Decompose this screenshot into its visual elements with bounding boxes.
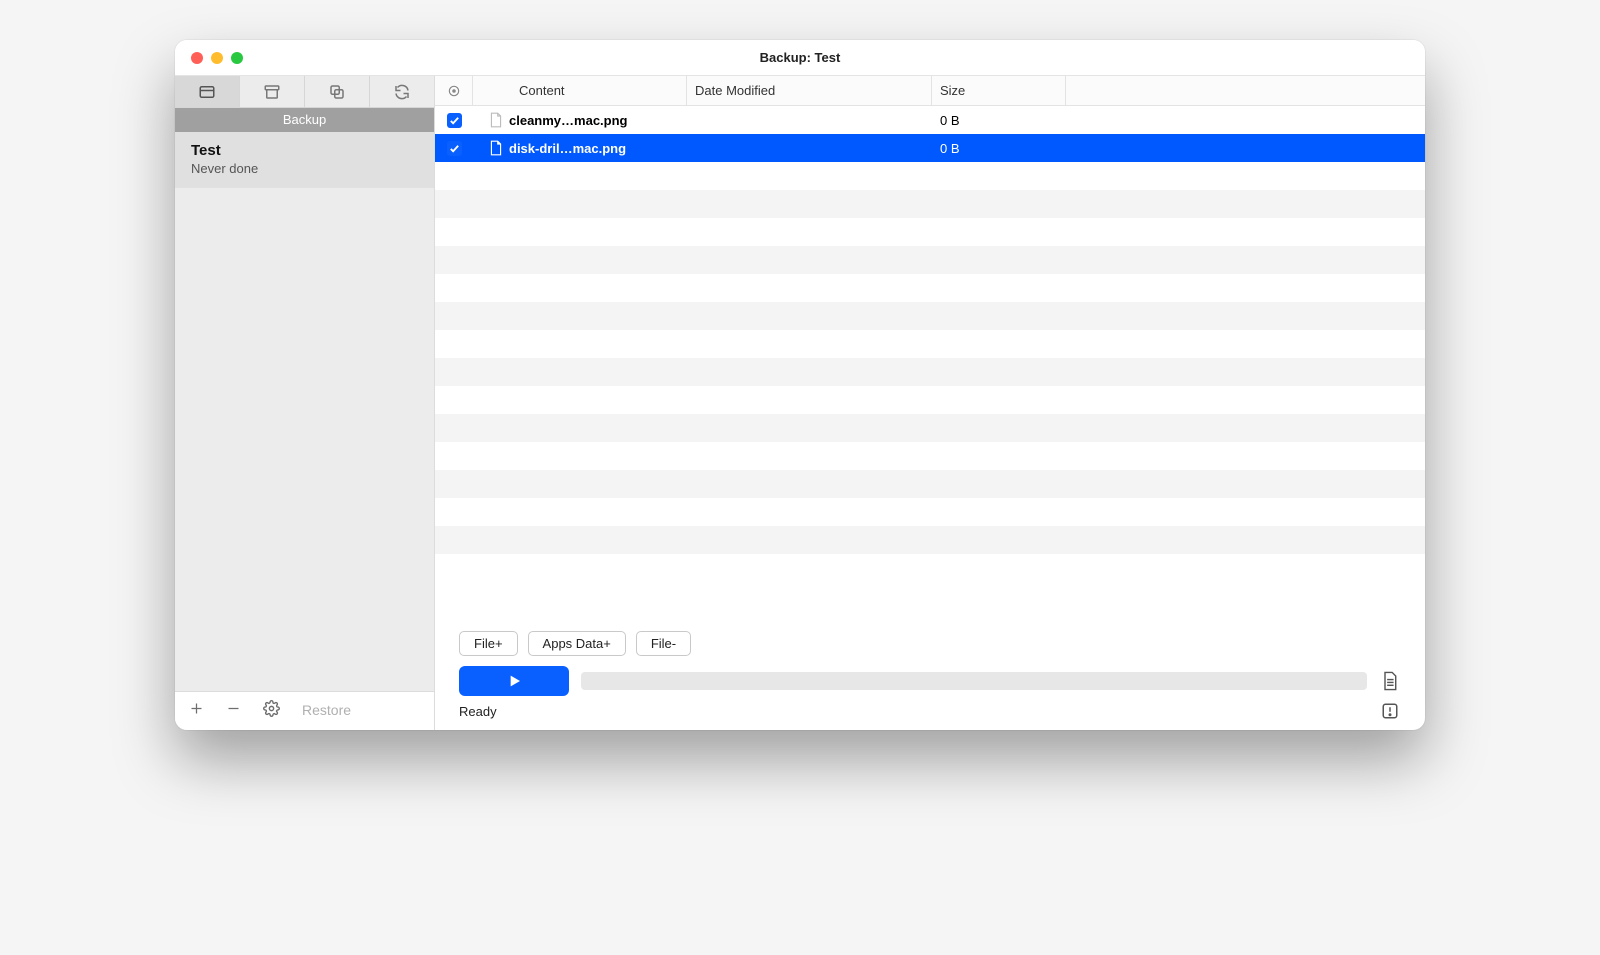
table-row-empty	[435, 498, 1425, 526]
window-title: Backup: Test	[175, 50, 1425, 65]
file-buttons-row: File+ Apps Data+ File-	[435, 621, 1425, 662]
run-button[interactable]	[459, 666, 569, 696]
action-row	[435, 662, 1425, 698]
row-rest-cell	[1066, 134, 1425, 162]
checkbox-checked[interactable]	[447, 141, 462, 156]
file-icon	[489, 112, 503, 128]
traffic-lights	[175, 52, 243, 64]
table-row[interactable]: disk-dril…mac.png 0 B	[435, 134, 1425, 162]
app-window: Backup: Test Backup Test	[175, 40, 1425, 730]
alert-icon	[1381, 702, 1399, 720]
table-row-empty	[435, 526, 1425, 554]
target-icon	[447, 84, 461, 98]
status-label: Ready	[459, 704, 1379, 719]
file-remove-button[interactable]: File-	[636, 631, 691, 656]
table-row-empty	[435, 442, 1425, 470]
checkbox-checked[interactable]	[447, 113, 462, 128]
table-row-empty	[435, 414, 1425, 442]
table-row-empty	[435, 162, 1425, 190]
check-icon	[449, 143, 460, 154]
document-icon	[1381, 671, 1399, 691]
sidebar: Backup Test Never done Restore	[175, 76, 435, 730]
sidebar-tab-clone[interactable]	[305, 76, 370, 107]
column-header-content[interactable]: Content	[473, 76, 687, 105]
sidebar-item-test[interactable]: Test Never done	[175, 132, 434, 188]
row-checkbox-cell[interactable]	[435, 106, 473, 134]
row-date-cell	[687, 106, 932, 134]
column-header-date-modified[interactable]: Date Modified	[687, 76, 932, 105]
table-body: cleanmy…mac.png 0 B disk-dril…mac.png	[435, 106, 1425, 621]
row-rest-cell	[1066, 106, 1425, 134]
sidebar-tab-archive[interactable]	[240, 76, 305, 107]
file-icon	[489, 140, 503, 156]
backup-icon	[198, 83, 216, 101]
table-row-empty	[435, 302, 1425, 330]
progress-bar	[581, 672, 1367, 690]
row-filename: cleanmy…mac.png	[509, 113, 628, 128]
row-date-cell	[687, 134, 932, 162]
sidebar-toolbar	[175, 76, 434, 108]
table-row-empty	[435, 190, 1425, 218]
maximize-icon[interactable]	[231, 52, 243, 64]
table-row-empty	[435, 218, 1425, 246]
column-header-size[interactable]: Size	[932, 76, 1066, 105]
table-row-empty	[435, 470, 1425, 498]
add-button[interactable]	[189, 701, 204, 719]
table-row-empty	[435, 358, 1425, 386]
sidebar-bottom-toolbar: Restore	[175, 691, 434, 730]
check-icon	[449, 115, 460, 126]
table-row-empty	[435, 246, 1425, 274]
close-icon[interactable]	[191, 52, 203, 64]
log-button[interactable]	[1379, 671, 1401, 691]
table-row-empty	[435, 330, 1425, 358]
column-header-rest	[1066, 76, 1425, 105]
gear-icon	[263, 700, 280, 717]
main-panel: Content Date Modified Size cleanmy…mac.p…	[435, 76, 1425, 730]
settings-button[interactable]	[263, 700, 280, 720]
sidebar-list: Test Never done	[175, 132, 434, 691]
status-row: Ready	[435, 698, 1425, 730]
table-row-empty	[435, 554, 1425, 582]
plus-icon	[189, 701, 204, 716]
column-header-select[interactable]	[435, 76, 473, 105]
sidebar-tab-sync[interactable]	[370, 76, 434, 107]
sidebar-section-label: Backup	[175, 108, 434, 132]
sidebar-item-title: Test	[191, 142, 418, 159]
row-size-cell: 0 B	[932, 106, 1066, 134]
window-body: Backup Test Never done Restore	[175, 76, 1425, 730]
row-filename: disk-dril…mac.png	[509, 141, 626, 156]
archive-icon	[263, 83, 281, 101]
sync-icon	[393, 83, 411, 101]
clone-icon	[328, 83, 346, 101]
table-row-empty	[435, 386, 1425, 414]
sidebar-item-subtitle: Never done	[191, 161, 418, 176]
table-row-empty	[435, 274, 1425, 302]
play-icon	[506, 673, 522, 689]
row-size-cell: 0 B	[932, 134, 1066, 162]
info-button[interactable]	[1379, 702, 1401, 720]
row-content-cell: disk-dril…mac.png	[473, 134, 687, 162]
remove-button[interactable]	[226, 701, 241, 719]
apps-data-add-button[interactable]: Apps Data+	[528, 631, 626, 656]
minus-icon	[226, 701, 241, 716]
restore-button[interactable]: Restore	[302, 702, 351, 718]
sidebar-tab-backup[interactable]	[175, 76, 240, 107]
table-header: Content Date Modified Size	[435, 76, 1425, 106]
file-add-button[interactable]: File+	[459, 631, 518, 656]
table-row[interactable]: cleanmy…mac.png 0 B	[435, 106, 1425, 134]
minimize-icon[interactable]	[211, 52, 223, 64]
titlebar: Backup: Test	[175, 40, 1425, 76]
row-checkbox-cell[interactable]	[435, 134, 473, 162]
row-content-cell: cleanmy…mac.png	[473, 106, 687, 134]
